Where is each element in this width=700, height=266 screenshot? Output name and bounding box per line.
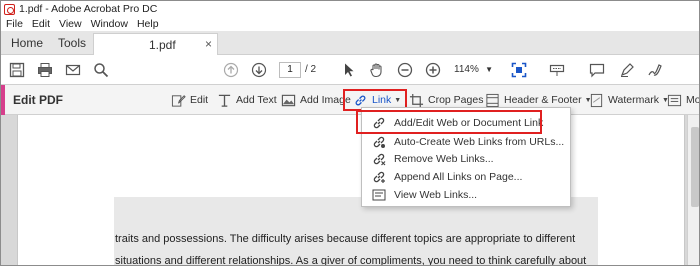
document-area: traits and possessions. The difficulty a… xyxy=(1,115,699,266)
tab-home[interactable]: Home xyxy=(11,36,43,50)
edit-icon xyxy=(171,94,186,107)
select-cursor-icon[interactable] xyxy=(341,62,357,78)
tab-close-icon[interactable]: × xyxy=(205,37,212,51)
menu-item-label: Append All Links on Page... xyxy=(394,171,523,183)
menu-item-highlight-box xyxy=(356,110,542,134)
menu-item-view-links[interactable]: View Web Links... xyxy=(372,186,477,204)
menu-view[interactable]: View xyxy=(59,18,82,30)
menu-window[interactable]: Window xyxy=(91,18,128,30)
tab-tools[interactable]: Tools xyxy=(58,36,86,50)
page-up-icon[interactable] xyxy=(223,62,239,78)
hand-icon[interactable] xyxy=(369,62,385,78)
pdf-page: traits and possessions. The difficulty a… xyxy=(17,115,685,266)
edit-button[interactable]: Edit xyxy=(171,91,208,109)
menu-item-label: View Web Links... xyxy=(394,189,478,201)
chevron-down-icon: ▼ xyxy=(485,65,493,74)
menu-item-append-links[interactable]: Append All Links on Page... xyxy=(372,168,522,186)
search-icon[interactable] xyxy=(93,62,109,78)
zoom-value: 114% xyxy=(454,64,479,75)
edit-accent-bar xyxy=(1,85,5,115)
add-text-button[interactable]: Add Text xyxy=(217,91,277,109)
edit-pdf-toolbar: Edit PDF Edit Add Text Add Image Link ▼ … xyxy=(1,85,700,115)
window-title: 1.pdf - Adobe Acrobat Pro DC xyxy=(19,3,158,15)
acrobat-window: 1.pdf - Adobe Acrobat Pro DC File Edit V… xyxy=(0,0,700,266)
add-text-label: Add Text xyxy=(236,94,277,106)
add-image-button[interactable]: Add Image xyxy=(281,91,351,109)
page-down-icon[interactable] xyxy=(251,62,267,78)
image-icon xyxy=(281,94,296,106)
tab-row: Home Tools 1.pdf × xyxy=(1,31,699,56)
menu-item-label: Remove Web Links... xyxy=(394,153,494,165)
email-icon[interactable] xyxy=(65,62,81,78)
menu-help[interactable]: Help xyxy=(137,18,159,30)
header-footer-icon xyxy=(486,93,499,107)
menu-bar: File Edit View Window Help xyxy=(1,17,699,31)
link-auto-icon xyxy=(373,136,385,148)
tab-document[interactable]: 1.pdf × xyxy=(93,33,218,56)
sign-icon[interactable] xyxy=(647,62,663,78)
main-toolbar: 1 / 2 114% ▼ xyxy=(1,55,699,85)
edit-pdf-title: Edit PDF xyxy=(13,93,63,107)
zoom-select[interactable]: 114% ▼ xyxy=(449,62,495,78)
link-view-icon xyxy=(372,189,386,201)
save-icon[interactable] xyxy=(9,62,25,78)
menu-item-label: Auto-Create Web Links from URLs... xyxy=(394,136,565,148)
more-label: Mo xyxy=(686,94,700,106)
menu-item-remove-links[interactable]: Remove Web Links... xyxy=(372,150,494,168)
text-icon xyxy=(218,94,231,107)
link-append-icon xyxy=(373,171,385,183)
tab-document-label: 1.pdf xyxy=(149,38,176,52)
edit-label: Edit xyxy=(190,94,209,106)
watermark-label: Watermark xyxy=(608,94,659,106)
comment-icon[interactable] xyxy=(589,62,605,78)
menu-edit[interactable]: Edit xyxy=(32,18,50,30)
read-mode-icon[interactable] xyxy=(549,62,565,78)
scrollbar-thumb[interactable] xyxy=(691,127,699,207)
crop-pages-label: Crop Pages xyxy=(428,94,484,106)
menu-item-auto-create-links[interactable]: Auto-Create Web Links from URLs... xyxy=(372,133,564,151)
print-icon[interactable] xyxy=(37,62,53,78)
acrobat-app-icon xyxy=(4,3,15,15)
page-number-input[interactable]: 1 xyxy=(279,62,301,78)
more-button[interactable]: Mo xyxy=(667,91,700,109)
watermark-button[interactable]: Watermark ▼ xyxy=(589,91,669,109)
document-line: traits and possessions. The difficulty a… xyxy=(115,233,576,245)
page-total: / 2 xyxy=(305,64,317,75)
more-icon xyxy=(667,94,682,106)
watermark-icon xyxy=(590,93,603,107)
title-bar: 1.pdf - Adobe Acrobat Pro DC xyxy=(1,1,699,17)
crop-icon xyxy=(409,93,424,107)
header-footer-label: Header & Footer xyxy=(504,94,582,106)
menu-file[interactable]: File xyxy=(6,18,23,30)
link-remove-icon xyxy=(373,153,386,166)
zoom-out-icon[interactable] xyxy=(397,62,413,78)
fit-page-icon[interactable] xyxy=(511,62,527,78)
highlight-pen-icon[interactable] xyxy=(619,62,635,78)
document-line: situations and different relationships. … xyxy=(115,255,587,266)
vertical-scrollbar[interactable] xyxy=(687,115,699,265)
zoom-in-icon[interactable] xyxy=(425,62,441,78)
